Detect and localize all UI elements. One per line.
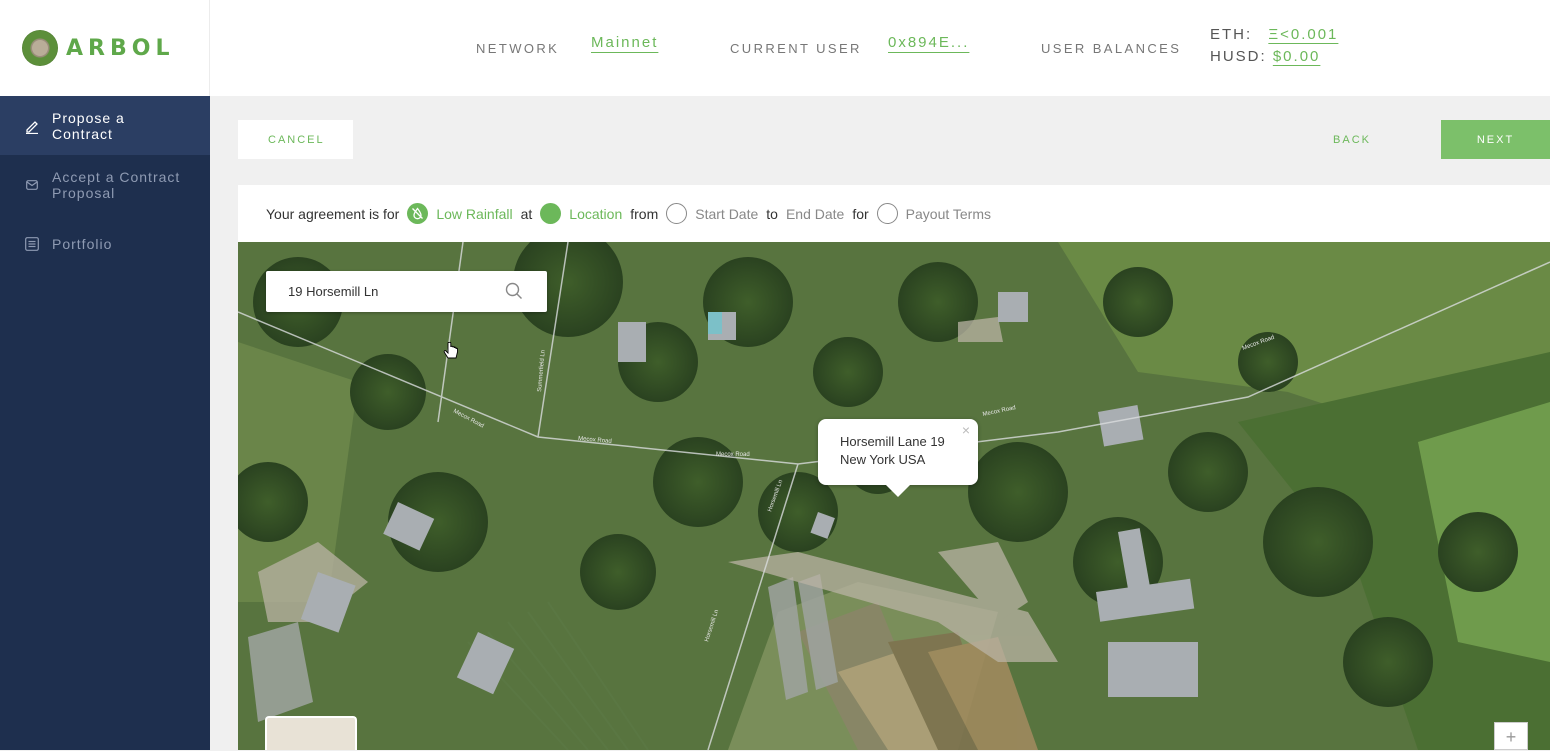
sidebar-item-label: Accept a Contract Proposal	[52, 169, 181, 201]
agreement-prefix: Your agreement is for	[266, 205, 400, 222]
road-label: Mecox Road	[716, 452, 750, 458]
sidebar: Propose a Contract Accept a Contract Pro…	[0, 96, 210, 750]
hand-cursor-icon	[443, 341, 459, 367]
husd-value-link[interactable]: $0.00	[1273, 48, 1321, 65]
user-balances-label: USER BALANCES	[1041, 40, 1182, 56]
agreement-at: at	[520, 205, 533, 222]
cancel-button[interactable]: CANCEL	[238, 120, 353, 159]
eth-balance: ETH: Ξ<0.001	[1210, 26, 1338, 43]
network-link[interactable]: Mainnet	[591, 34, 658, 51]
no-rain-icon	[407, 203, 429, 224]
eth-label: ETH:	[1210, 26, 1253, 43]
location-status-icon	[540, 203, 562, 224]
agreement-risk-link[interactable]: Low Rainfall	[436, 206, 512, 222]
list-icon	[24, 236, 40, 252]
sidebar-item-portfolio[interactable]: Portfolio	[0, 234, 210, 254]
agreement-for: for	[852, 205, 869, 222]
location-search-input[interactable]	[288, 284, 498, 299]
location-search	[266, 271, 547, 312]
brand-name: ARBOL	[66, 35, 175, 61]
sidebar-item-label: Propose a Contract	[52, 109, 125, 142]
agreement-to: to	[766, 205, 778, 222]
top-header: ARBOL NETWORK Mainnet CURRENT USER 0x894…	[0, 0, 1550, 96]
husd-balance: HUSD: $0.00	[1210, 48, 1320, 65]
agreement-start-date[interactable]: Start Date	[695, 206, 758, 222]
network-label: NETWORK	[476, 40, 560, 56]
payout-status-icon	[876, 203, 898, 224]
back-button[interactable]: BACK	[1310, 120, 1394, 159]
husd-label: HUSD:	[1210, 48, 1267, 65]
start-date-status-icon	[666, 203, 688, 224]
agreement-end-date[interactable]: End Date	[786, 206, 844, 222]
close-icon[interactable]: ×	[962, 421, 970, 439]
agreement-from: from	[630, 205, 659, 222]
agreement-location-link[interactable]: Location	[569, 206, 622, 222]
popup-address-line2: New York USA	[840, 452, 926, 467]
agreement-payout-terms[interactable]: Payout Terms	[906, 206, 991, 222]
agreement-summary: Your agreement is for Low Rainfall at Lo…	[238, 185, 1550, 242]
search-icon[interactable]	[505, 282, 523, 305]
current-user-label: CURRENT USER	[730, 40, 862, 56]
next-button[interactable]: NEXT	[1441, 120, 1550, 159]
logo[interactable]: ARBOL	[0, 0, 210, 96]
map-style-toggle[interactable]	[265, 716, 357, 750]
arbol-logo-icon	[22, 30, 58, 66]
envelope-icon	[24, 177, 40, 193]
zoom-in-button[interactable]: +	[1494, 722, 1528, 750]
location-popup: × Horsemill Lane 19 New York USA	[818, 419, 978, 497]
popup-address-line1: Horsemill Lane 19	[840, 434, 945, 449]
sidebar-item-propose[interactable]: Propose a Contract	[0, 96, 210, 155]
current-user-link[interactable]: 0x894E...	[888, 34, 969, 51]
eth-value-link[interactable]: Ξ<0.001	[1268, 26, 1338, 43]
pencil-icon	[24, 118, 40, 134]
sidebar-item-accept[interactable]: Accept a Contract Proposal	[0, 168, 210, 202]
sidebar-item-label: Portfolio	[52, 236, 113, 252]
